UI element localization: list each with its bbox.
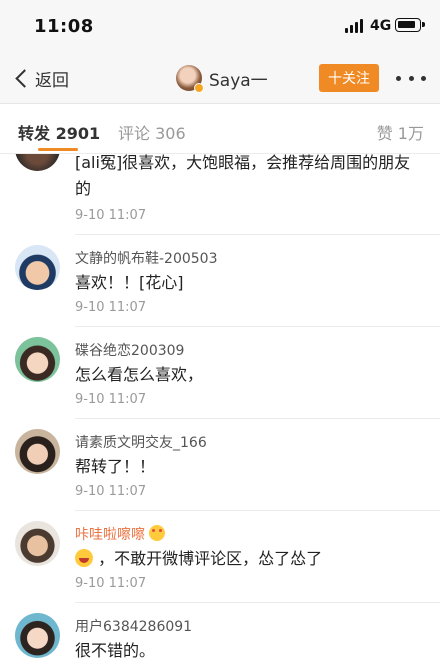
nav-user-name[interactable]: Saya一: [209, 66, 268, 91]
list-item: 文静的帆布鞋-200503 喜欢！！[花心] 9-10 11:07: [0, 235, 440, 327]
avatar[interactable]: [15, 429, 60, 474]
avatar[interactable]: [15, 245, 60, 290]
battery-icon: [395, 18, 425, 32]
comment-time: 9-10 11:07: [75, 300, 147, 315]
list-item: 请素质文明交友_166 帮转了！！ 9-10 11:07: [0, 419, 440, 511]
comment-time: 9-10 11:07: [75, 208, 147, 223]
user-name[interactable]: 咔哇啦嚓嚓: [75, 524, 165, 544]
comment-text: 喜欢！！[花心]: [75, 273, 184, 292]
list-item: 碟谷绝恋200309 怎么看怎么喜欢， 9-10 11:07: [0, 327, 440, 419]
tab-bar: 转发 2901 评论 306 赞 1万: [0, 104, 440, 154]
love-emoji-icon: [149, 525, 165, 541]
follow-button[interactable]: 十关注: [319, 64, 379, 92]
comment-time: 9-10 11:07: [75, 576, 147, 591]
signal-icon: [345, 19, 365, 33]
navigation-bar: 返回 Saya一 十关注: [0, 52, 440, 104]
tab-forward[interactable]: 转发 2901: [18, 120, 100, 144]
status-time: 11:08: [34, 16, 94, 37]
list-item: 用户6384286091 很不错的。: [0, 603, 440, 668]
comment-text: 很不错的。: [75, 641, 156, 660]
comment-text: [ali冤]很喜欢，大饱眼福，会推荐给周围的朋友的: [75, 154, 411, 198]
user-name[interactable]: 碟谷绝恋200309: [75, 340, 184, 360]
comment-time: 9-10 11:07: [75, 392, 147, 407]
network-type: 4G: [370, 18, 392, 34]
comment-time: 9-10 11:07: [75, 484, 147, 499]
avatar[interactable]: [15, 154, 60, 171]
avatar[interactable]: [15, 337, 60, 382]
user-name-text[interactable]: 咔哇啦嚓嚓: [75, 527, 145, 543]
tab-comment[interactable]: 评论 306: [118, 120, 186, 144]
list-item: [ali冤]很喜欢，大饱眼福，会推荐给周围的朋友的 9-10 11:07: [0, 154, 440, 235]
back-label: 返回: [35, 70, 69, 91]
comment-text: ，不敢开微博评论区，怂了怂了: [75, 546, 425, 572]
list-item: 咔哇啦嚓嚓 ，不敢开微博评论区，怂了怂了 9-10 11:07: [0, 511, 440, 603]
tab-active-indicator: [38, 148, 78, 151]
tab-like[interactable]: 赞 1万: [377, 120, 424, 144]
grin-emoji-icon: [75, 549, 93, 567]
user-name[interactable]: 请素质文明交友_166: [75, 432, 207, 452]
verified-badge-icon: [194, 83, 204, 93]
user-name[interactable]: 文静的帆布鞋-200503: [75, 248, 218, 268]
more-icon[interactable]: [396, 76, 426, 82]
comment-text: 怎么看怎么喜欢，: [75, 365, 204, 384]
avatar[interactable]: [176, 65, 204, 93]
nav-user[interactable]: Saya一: [176, 63, 268, 93]
status-bar: 11:08 4G: [0, 0, 440, 52]
comment-text-body: ，不敢开微博评论区，怂了怂了: [98, 549, 323, 568]
user-name[interactable]: 用户6384286091: [75, 616, 192, 636]
avatar[interactable]: [15, 521, 60, 566]
repost-list[interactable]: [ali冤]很喜欢，大饱眼福，会推荐给周围的朋友的 9-10 11:07 文静的…: [0, 154, 440, 668]
back-button[interactable]: 返回: [12, 65, 69, 91]
chevron-left-icon: [15, 68, 34, 88]
comment-text: 帮转了！！: [75, 457, 156, 476]
avatar[interactable]: [15, 613, 60, 658]
